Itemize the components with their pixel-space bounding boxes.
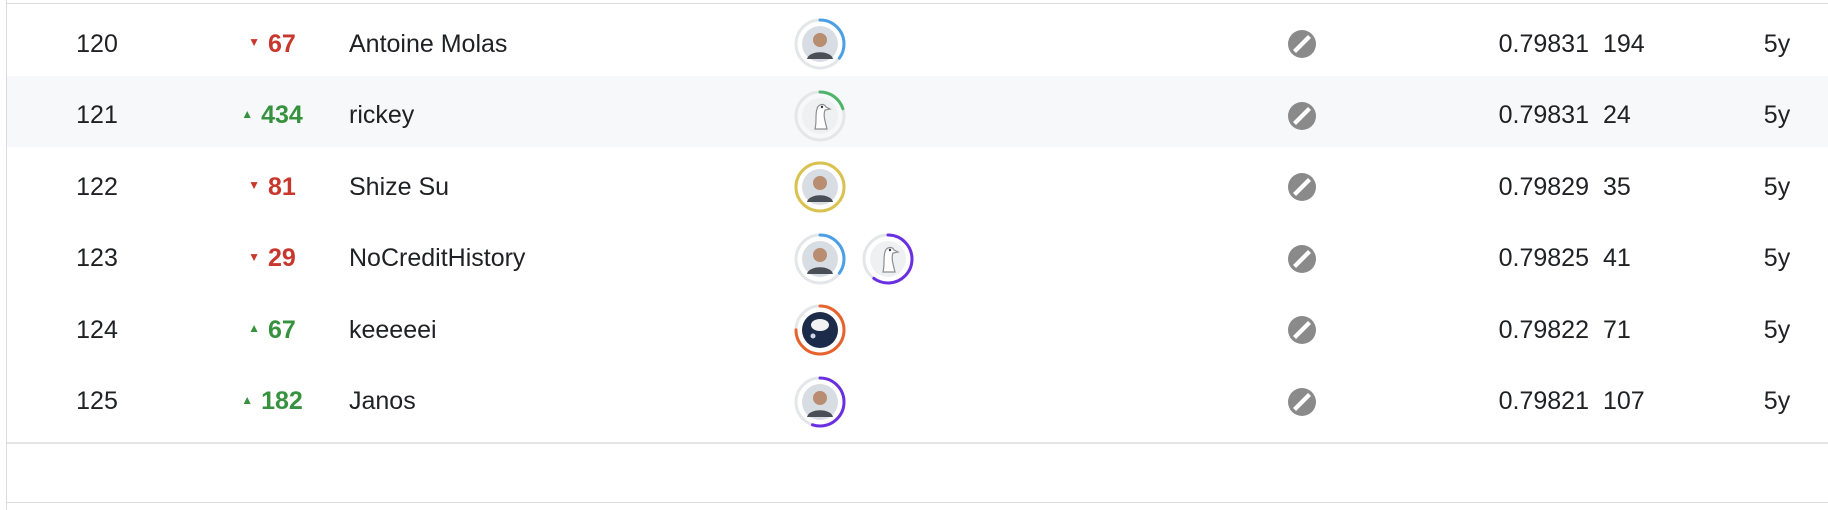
rank-cell: 125 <box>76 387 118 415</box>
rank-change-cell: ▲ 434 <box>217 76 327 156</box>
leaderboard-row[interactable]: 121 ▲ 434 rickey 0.79831 24 5y <box>7 75 1828 158</box>
medal-cell <box>1282 76 1322 156</box>
person-avatar-icon[interactable] <box>793 17 847 71</box>
last-submission-cell: 5y <box>1763 172 1791 201</box>
medal-cell <box>1282 4 1322 84</box>
team-members <box>793 290 1093 370</box>
entries-cell: 194 <box>1603 29 1645 58</box>
score-cell: 0.79831 <box>1498 29 1589 58</box>
medal-cell <box>1282 147 1322 227</box>
rank-cell: 124 <box>76 315 118 344</box>
rank-change-cell: ▲ 67 <box>217 290 327 370</box>
medal-cell <box>1282 362 1322 442</box>
team-name[interactable]: NoCreditHistory <box>349 219 769 299</box>
team-name[interactable]: Antoine Molas <box>349 4 769 84</box>
person-avatar-icon[interactable] <box>793 375 847 429</box>
cartoon-avatar-icon[interactable] <box>793 303 847 357</box>
medal-icon <box>1288 173 1316 201</box>
medal-cell <box>1282 290 1322 370</box>
rank-up-arrow-icon: ▲ <box>241 106 254 121</box>
leaderboard-table: 120 ▼ 67 Antoine Molas 0.79831 194 5y 12… <box>6 0 1828 510</box>
leaderboard-row[interactable]: 123 ▼ 29 NoCreditHistory 0.79825 41 5y <box>7 218 1828 301</box>
rank-cell: 121 <box>76 101 118 129</box>
last-submission-cell: 5y <box>1763 29 1791 58</box>
last-submission-cell: 5y <box>1763 101 1791 129</box>
rank-down-arrow-icon: ▼ <box>248 249 261 264</box>
default-goose-avatar-icon[interactable] <box>793 89 847 143</box>
medal-icon <box>1288 316 1316 344</box>
medal-icon <box>1288 101 1316 130</box>
entries-cell: 41 <box>1603 244 1631 272</box>
last-submission-cell: 5y <box>1763 244 1791 272</box>
leaderboard-row[interactable]: 125 ▲ 182 Janos 0.79821 107 5y <box>7 361 1828 444</box>
entries-cell: 107 <box>1603 387 1645 415</box>
team-name[interactable]: keeeeei <box>349 290 769 370</box>
team-members <box>793 76 1093 156</box>
medal-icon <box>1288 30 1316 58</box>
medal-icon <box>1288 387 1316 416</box>
rank-change-value: 434 <box>261 101 303 129</box>
team-members <box>793 4 1093 84</box>
rank-change-cell: ▼ 67 <box>217 4 327 84</box>
rank-cell: 122 <box>76 172 118 201</box>
default-goose-avatar-icon[interactable] <box>861 232 915 286</box>
entries-cell: 24 <box>1603 101 1631 129</box>
rank-change-cell: ▼ 29 <box>217 219 327 299</box>
rank-cell: 123 <box>76 244 118 272</box>
rank-change-cell: ▲ 182 <box>217 362 327 442</box>
medal-cell <box>1282 219 1322 299</box>
rank-change-value: 67 <box>268 315 296 344</box>
rank-change-value: 67 <box>268 29 296 58</box>
last-submission-cell: 5y <box>1763 315 1791 344</box>
last-submission-cell: 5y <box>1763 387 1791 415</box>
rank-down-arrow-icon: ▼ <box>248 35 261 49</box>
rank-change-value: 182 <box>261 387 303 415</box>
table-divider <box>7 502 1828 503</box>
person-avatar-icon[interactable] <box>793 160 847 214</box>
rank-change-cell: ▼ 81 <box>217 147 327 227</box>
score-cell: 0.79829 <box>1498 172 1589 201</box>
rank-change-value: 81 <box>268 172 296 201</box>
rank-change-value: 29 <box>268 244 296 272</box>
score-cell: 0.79822 <box>1498 315 1589 344</box>
leaderboard-row[interactable]: 122 ▼ 81 Shize Su 0.79829 35 5y <box>7 147 1828 229</box>
score-cell: 0.79825 <box>1498 244 1589 272</box>
person-avatar-icon[interactable] <box>793 232 847 286</box>
leaderboard-row[interactable]: 120 ▼ 67 Antoine Molas 0.79831 194 5y <box>7 4 1828 86</box>
team-members <box>793 219 1093 299</box>
rank-cell: 120 <box>76 29 118 58</box>
entries-cell: 35 <box>1603 172 1631 201</box>
team-members <box>793 147 1093 227</box>
team-name[interactable]: Shize Su <box>349 147 769 227</box>
rank-up-arrow-icon: ▲ <box>241 392 254 407</box>
entries-cell: 71 <box>1603 315 1631 344</box>
rank-down-arrow-icon: ▼ <box>248 178 261 192</box>
score-cell: 0.79831 <box>1498 101 1589 129</box>
team-name[interactable]: Janos <box>349 362 769 442</box>
team-name[interactable]: rickey <box>349 76 769 156</box>
team-members <box>793 362 1093 442</box>
score-cell: 0.79821 <box>1498 387 1589 415</box>
rank-up-arrow-icon: ▲ <box>248 321 261 335</box>
leaderboard-row[interactable]: 124 ▲ 67 keeeeei 0.79822 71 5y <box>7 290 1828 372</box>
medal-icon <box>1288 244 1316 273</box>
